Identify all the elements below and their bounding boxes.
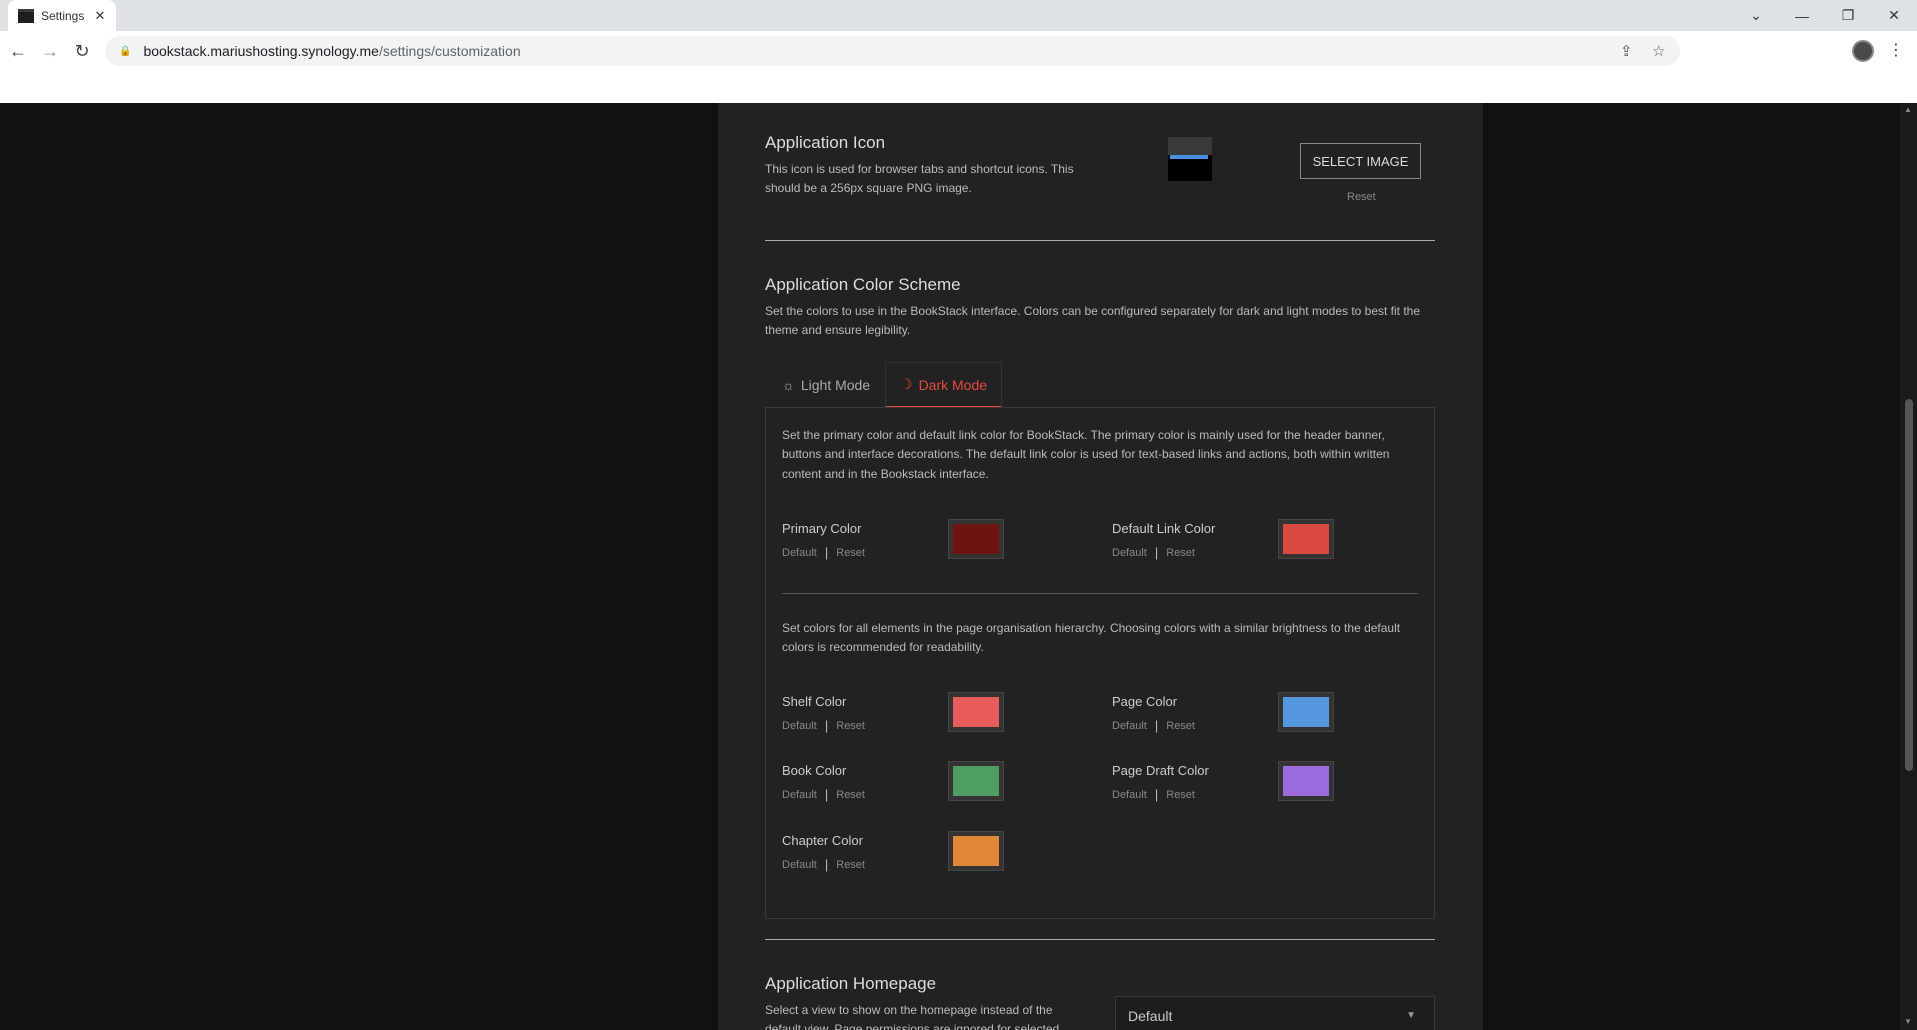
scroll-up-icon[interactable]: ▲ [1904, 105, 1912, 114]
page-color-input[interactable] [1278, 692, 1334, 732]
homepage-selected-value: Default [1128, 1008, 1173, 1024]
app-icon-desc-2: should be a 256px square PNG image. [765, 181, 972, 195]
tab-label: Dark Mode [918, 376, 988, 393]
menu-kebab-icon[interactable]: ⋮ [1888, 40, 1904, 60]
page-scrollbar[interactable]: ▲ ▼ [1900, 103, 1917, 1030]
default-link[interactable]: Default [1112, 789, 1147, 801]
link-color-label: Default Link Color [1112, 521, 1216, 536]
tab-title: Settings [41, 8, 85, 23]
forward-arrow-icon[interactable]: → [38, 39, 62, 63]
default-link[interactable]: Default [782, 859, 817, 871]
url-host: bookstack.mariushosting.synology.me [143, 43, 379, 59]
book-color-input[interactable] [948, 761, 1004, 801]
draft-color-links: Default | Reset [1112, 787, 1195, 802]
back-arrow-icon[interactable]: ← [6, 39, 30, 63]
scroll-thumb[interactable] [1905, 399, 1913, 771]
reset-link[interactable]: Reset [1166, 789, 1195, 801]
primary-color-label: Primary Color [782, 521, 862, 536]
moon-icon: ☽ [900, 376, 913, 392]
tab-light-mode[interactable]: ☼ Light Mode [768, 362, 884, 408]
app-icon-preview [1168, 137, 1212, 181]
mode-tabs: ☼ Light Mode ☽ Dark Mode [765, 362, 1435, 412]
page-viewport: Application Icon This icon is used for b… [0, 103, 1900, 1030]
shelf-color-label: Shelf Color [782, 694, 847, 709]
section-divider [765, 939, 1435, 940]
window-close-icon[interactable]: ✕ [1871, 0, 1917, 31]
select-image-button[interactable]: SELECT IMAGE [1300, 143, 1421, 179]
default-link[interactable]: Default [782, 789, 817, 801]
profile-avatar[interactable] [1852, 40, 1874, 62]
share-icon[interactable]: ⇪ [1620, 42, 1633, 60]
settings-card: Application Icon This icon is used for b… [718, 103, 1483, 1030]
tab-label: Light Mode [800, 377, 871, 393]
primary-color-input[interactable] [948, 519, 1004, 559]
homepage-heading: Application Homepage [765, 974, 937, 993]
reset-link[interactable]: Reset [836, 859, 865, 871]
primary-desc-3: content and in the Bookstack interface. [782, 467, 989, 481]
chevron-down-icon[interactable]: ⌄ [1733, 0, 1779, 31]
reset-link[interactable]: Reset [836, 547, 865, 559]
close-icon[interactable]: ✕ [92, 8, 108, 24]
browser-tab-bar: Settings ✕ ⌄ — ❐ ✕ [0, 0, 1917, 31]
dark-mode-panel: Set the primary color and default link c… [765, 407, 1435, 919]
star-icon[interactable]: ☆ [1652, 42, 1665, 60]
default-link[interactable]: Default [782, 720, 817, 732]
chevron-down-icon: ▼ [1406, 1010, 1416, 1021]
book-color-label: Book Color [782, 763, 847, 778]
reset-link[interactable]: Reset [836, 789, 865, 801]
sun-icon: ☼ [782, 377, 795, 393]
app-header-strip [0, 71, 1917, 103]
shelf-color-input[interactable] [948, 692, 1004, 732]
page-color-links: Default | Reset [1112, 718, 1195, 733]
book-color-links: Default | Reset [782, 787, 865, 802]
link-color-links: Default | Reset [1112, 545, 1195, 560]
reset-link[interactable]: Reset [836, 720, 865, 732]
default-link[interactable]: Default [1112, 720, 1147, 732]
app-icon-heading: Application Icon [765, 133, 886, 152]
url-path: /settings/customization [378, 43, 521, 59]
chapter-color-input[interactable] [948, 831, 1004, 871]
color-scheme-heading: Application Color Scheme [765, 275, 961, 294]
panel-divider [782, 593, 1418, 594]
scroll-down-icon[interactable]: ▼ [1904, 1017, 1912, 1026]
shelf-color-links: Default | Reset [782, 718, 865, 733]
default-link[interactable]: Default [782, 547, 817, 559]
reset-link[interactable]: Reset [1166, 547, 1195, 559]
primary-desc-1: Set the primary color and default link c… [782, 428, 1385, 442]
primary-desc-2: buttons and interface decorations. The d… [782, 447, 1390, 461]
address-bar[interactable]: 🔒 bookstack.mariushosting.synology.me/se… [105, 36, 1680, 66]
app-icon-reset-link[interactable]: Reset [1347, 191, 1376, 203]
section-divider [765, 240, 1435, 241]
reload-icon[interactable]: ↻ [70, 39, 94, 63]
browser-tab[interactable]: Settings ✕ [8, 0, 116, 31]
default-link[interactable]: Default [1112, 547, 1147, 559]
restore-icon[interactable]: ❐ [1825, 0, 1871, 31]
homepage-desc-2: default view. Page permissions are ignor… [765, 1022, 1060, 1030]
homepage-desc-1: Select a view to show on the homepage in… [765, 1003, 1053, 1017]
page-color-label: Page Color [1112, 694, 1178, 709]
tab-dark-mode[interactable]: ☽ Dark Mode [885, 362, 1003, 408]
draft-color-input[interactable] [1278, 761, 1334, 801]
bookstack-favicon-icon [18, 8, 34, 23]
hierarchy-desc-2: colors is recommended for readability. [782, 640, 984, 654]
primary-color-links: Default | Reset [782, 545, 865, 560]
color-scheme-desc-1: Set the colors to use in the BookStack i… [765, 304, 1421, 318]
draft-color-label: Page Draft Color [1112, 763, 1209, 778]
lock-icon: 🔒 [119, 45, 132, 57]
app-icon-desc-1: This icon is used for browser tabs and s… [765, 162, 1074, 176]
hierarchy-desc-1: Set colors for all elements in the page … [782, 621, 1401, 635]
link-color-input[interactable] [1278, 519, 1334, 559]
chapter-color-links: Default | Reset [782, 857, 865, 872]
minimize-icon[interactable]: — [1779, 0, 1825, 31]
chapter-color-label: Chapter Color [782, 833, 863, 848]
homepage-select[interactable]: Default ▼ [1115, 996, 1435, 1030]
color-scheme-desc-2: theme and ensure legibility. [765, 323, 911, 337]
browser-toolbar: ← → ↻ 🔒 bookstack.mariushosting.synology… [0, 31, 1917, 71]
reset-link[interactable]: Reset [1166, 720, 1195, 732]
